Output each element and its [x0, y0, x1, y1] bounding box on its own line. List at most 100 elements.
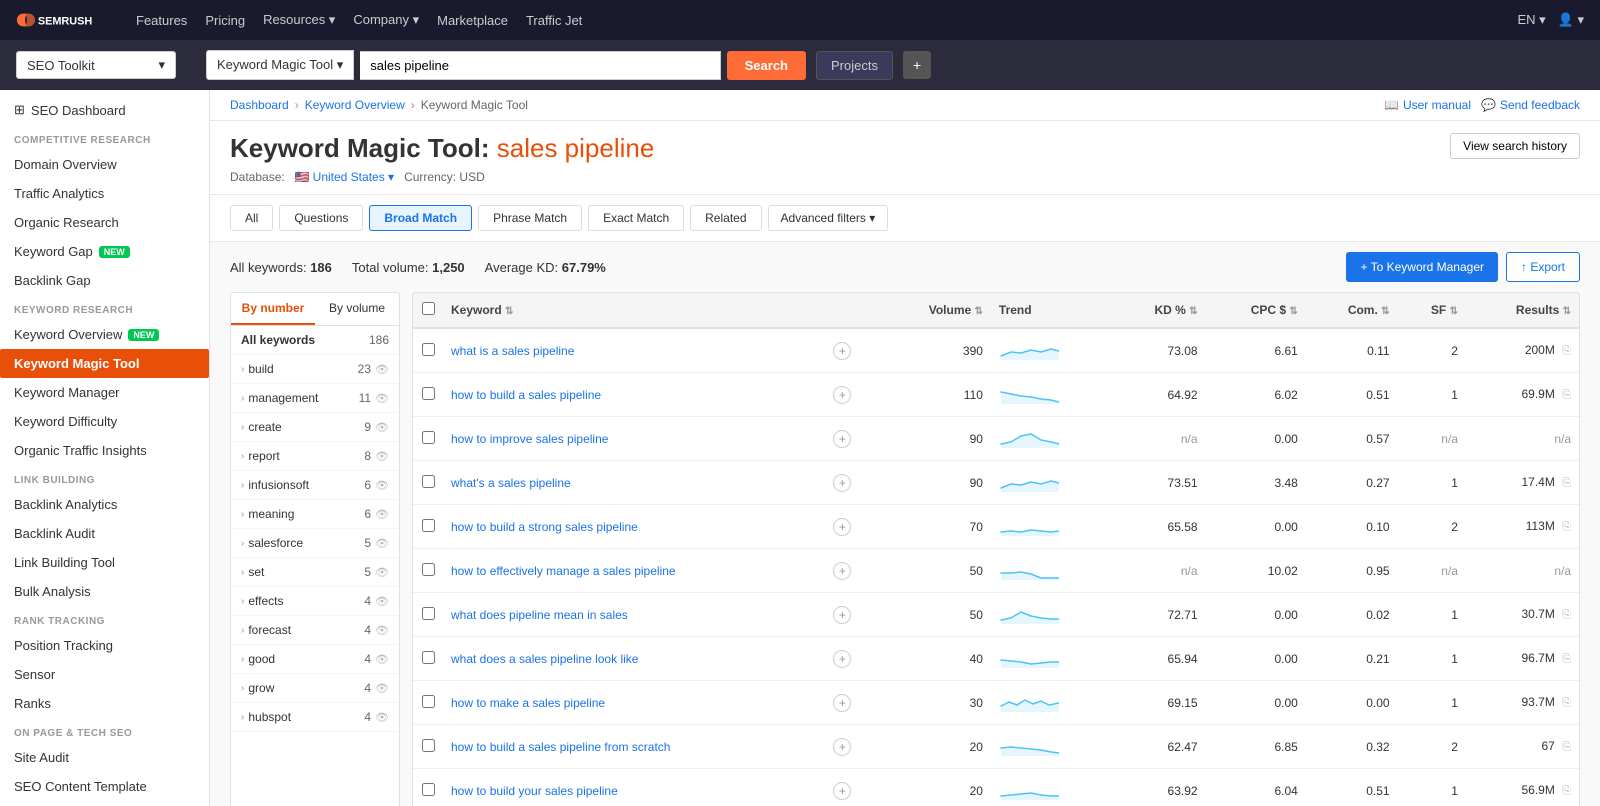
copy-icon[interactable]: ⎘ [1562, 609, 1571, 621]
th-kd[interactable]: KD % ⇅ [1112, 293, 1206, 328]
sidebar-item-grid-icon[interactable]: ⊞ SEO Dashboard [0, 90, 209, 125]
eye-icon[interactable]: 👁 [375, 682, 389, 695]
view-history-button[interactable]: View search history [1450, 133, 1580, 159]
th-volume[interactable]: Volume ⇅ [879, 293, 991, 328]
eye-icon[interactable]: 👁 [375, 595, 389, 608]
eye-icon[interactable]: 👁 [375, 508, 389, 521]
copy-icon[interactable]: ⎘ [1562, 697, 1571, 709]
sidebar-item-position-tracking[interactable]: Position Tracking [0, 631, 209, 660]
list-item[interactable]: All keywords186 [231, 326, 399, 355]
list-item[interactable]: ›infusionsoft6👁 [231, 471, 399, 500]
eye-icon[interactable]: 👁 [375, 566, 389, 579]
keyword-link[interactable]: how to build a strong sales pipeline [451, 520, 638, 534]
language-selector[interactable]: EN ▾ [1517, 12, 1545, 28]
keyword-link[interactable]: how to make a sales pipeline [451, 696, 605, 710]
projects-button[interactable]: Projects [816, 51, 893, 80]
keyword-link[interactable]: how to build your sales pipeline [451, 784, 618, 798]
row-checkbox[interactable] [422, 563, 435, 576]
tab-by-volume[interactable]: By volume [315, 293, 399, 325]
eye-icon[interactable]: 👁 [375, 450, 389, 463]
add-keyword-button[interactable]: + [833, 518, 851, 536]
add-keyword-button[interactable]: + [833, 386, 851, 404]
sidebar-item-ranks[interactable]: Ranks [0, 689, 209, 718]
eye-icon[interactable]: 👁 [375, 653, 389, 666]
sidebar-item-bulk-analysis[interactable]: Bulk Analysis [0, 577, 209, 606]
projects-plus-button[interactable]: + [903, 51, 931, 79]
keyword-link[interactable]: what does pipeline mean in sales [451, 608, 628, 622]
add-keyword-button[interactable]: + [833, 782, 851, 800]
advanced-filter[interactable]: Advanced filters ▾ [768, 205, 889, 231]
export-button[interactable]: ↑ Export [1506, 252, 1580, 282]
copy-icon[interactable]: ⎘ [1562, 389, 1571, 401]
search-input[interactable] [360, 51, 720, 80]
add-keyword-button[interactable]: + [833, 694, 851, 712]
search-button[interactable]: Search [727, 51, 806, 80]
th-results[interactable]: Results ⇅ [1466, 293, 1579, 328]
row-checkbox[interactable] [422, 475, 435, 488]
row-checkbox[interactable] [422, 651, 435, 664]
add-keyword-button[interactable]: + [833, 430, 851, 448]
sidebar-item-organic-traffic-insights[interactable]: Organic Traffic Insights [0, 436, 209, 465]
filter-phrase-match[interactable]: Phrase Match [478, 205, 582, 231]
sidebar-item-keyword-difficulty[interactable]: Keyword Difficulty [0, 407, 209, 436]
eye-icon[interactable]: 👁 [375, 624, 389, 637]
row-checkbox[interactable] [422, 783, 435, 796]
toolkit-selector[interactable]: SEO Toolkit ▾ [16, 51, 176, 79]
sidebar-item-backlink-gap[interactable]: Backlink Gap [0, 266, 209, 295]
list-item[interactable]: ›management11👁 [231, 384, 399, 413]
keyword-link[interactable]: what's a sales pipeline [451, 476, 571, 490]
tool-dropdown[interactable]: Keyword Magic Tool ▾ [206, 50, 354, 80]
eye-icon[interactable]: 👁 [375, 537, 389, 550]
keyword-link[interactable]: how to effectively manage a sales pipeli… [451, 564, 676, 578]
tab-by-number[interactable]: By number [231, 293, 315, 325]
eye-icon[interactable]: 👁 [375, 363, 389, 376]
user-menu[interactable]: 👤 ▾ [1558, 12, 1584, 28]
sidebar-item-seo-content-template[interactable]: SEO Content Template [0, 772, 209, 801]
th-com[interactable]: Com. ⇅ [1306, 293, 1398, 328]
list-item[interactable]: ›good4👁 [231, 645, 399, 674]
add-keyword-button[interactable]: + [833, 474, 851, 492]
row-checkbox[interactable] [422, 387, 435, 400]
nav-marketplace[interactable]: Marketplace [437, 13, 508, 28]
eye-icon[interactable]: 👁 [375, 711, 389, 724]
sidebar-item-link-building-tool[interactable]: Link Building Tool [0, 548, 209, 577]
list-item[interactable]: ›meaning6👁 [231, 500, 399, 529]
th-cpc[interactable]: CPC $ ⇅ [1206, 293, 1306, 328]
sidebar-item-sensor[interactable]: Sensor [0, 660, 209, 689]
sidebar-item-domain-overview[interactable]: Domain Overview [0, 150, 209, 179]
th-keyword[interactable]: Keyword ⇅ [443, 293, 825, 328]
add-keyword-button[interactable]: + [833, 606, 851, 624]
row-checkbox[interactable] [422, 519, 435, 532]
user-manual-link[interactable]: 📖 User manual [1384, 98, 1471, 112]
sidebar-item-backlink-audit[interactable]: Backlink Audit [0, 519, 209, 548]
filter-all[interactable]: All [230, 205, 273, 231]
nav-trafficjet[interactable]: Traffic Jet [526, 13, 582, 28]
list-item[interactable]: ›salesforce5👁 [231, 529, 399, 558]
list-item[interactable]: ›build23👁 [231, 355, 399, 384]
row-checkbox[interactable] [422, 343, 435, 356]
sidebar-item-keyword-manager[interactable]: Keyword Manager [0, 378, 209, 407]
list-item[interactable]: ›hubspot4👁 [231, 703, 399, 732]
keyword-link[interactable]: what does a sales pipeline look like [451, 652, 638, 666]
country-selector[interactable]: 🇺🇸 United States ▾ [295, 170, 394, 184]
list-item[interactable]: ›grow4👁 [231, 674, 399, 703]
copy-icon[interactable]: ⎘ [1562, 345, 1571, 357]
copy-icon[interactable]: ⎘ [1562, 653, 1571, 665]
logo[interactable]: SEMRUSH [16, 9, 116, 31]
keyword-link[interactable]: how to build a sales pipeline [451, 388, 601, 402]
filter-related[interactable]: Related [690, 205, 761, 231]
sidebar-item-on-page-seo-checker[interactable]: On Page SEO Checker [0, 801, 209, 806]
sidebar-item-traffic-analytics[interactable]: Traffic Analytics [0, 179, 209, 208]
sidebar-item-organic-research[interactable]: Organic Research [0, 208, 209, 237]
list-item[interactable]: ›create9👁 [231, 413, 399, 442]
keyword-link[interactable]: what is a sales pipeline [451, 344, 574, 358]
sidebar-item-keyword-gap[interactable]: Keyword GapNEW [0, 237, 209, 266]
th-checkbox[interactable] [413, 293, 443, 328]
sidebar-item-site-audit[interactable]: Site Audit [0, 743, 209, 772]
filter-broad-match[interactable]: Broad Match [369, 205, 472, 231]
add-keyword-button[interactable]: + [833, 738, 851, 756]
nav-pricing[interactable]: Pricing [205, 13, 245, 28]
copy-icon[interactable]: ⎘ [1562, 477, 1571, 489]
keyword-link[interactable]: how to build a sales pipeline from scrat… [451, 740, 670, 754]
list-item[interactable]: ›effects4👁 [231, 587, 399, 616]
